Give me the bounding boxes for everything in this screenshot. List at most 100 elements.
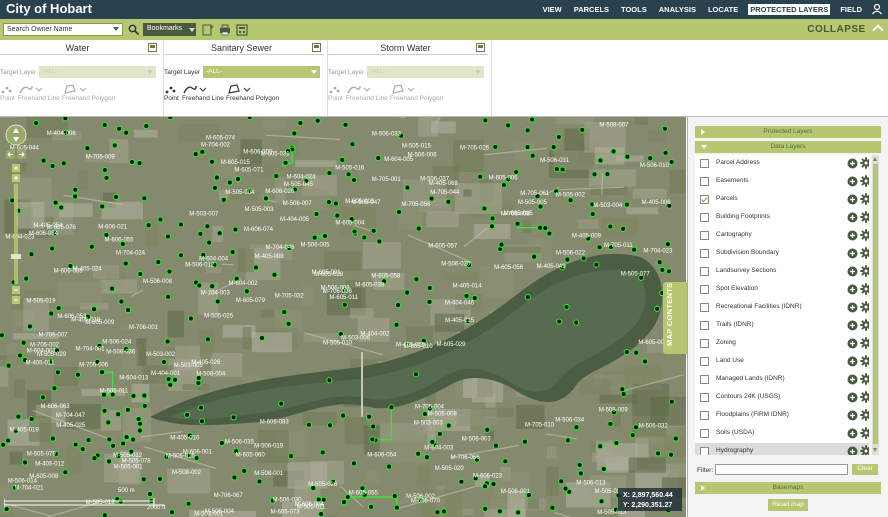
manhole-marker[interactable] [128,158,136,166]
manhole-marker[interactable] [413,276,420,283]
nav-locate[interactable]: LOCATE [706,4,740,15]
layer-checkbox[interactable] [700,411,709,420]
manhole-marker[interactable] [530,253,538,260]
protected-layers-header[interactable]: Protected Layers [695,126,881,138]
manhole-marker[interactable] [613,439,620,447]
manhole-marker[interactable] [62,469,69,476]
map-navigation-control[interactable] [3,124,29,314]
manhole-marker[interactable] [668,158,675,166]
manhole-marker[interactable] [564,437,572,444]
nav-view[interactable]: VIEW [541,4,564,15]
manhole-marker[interactable] [199,148,206,156]
layer-checkbox[interactable] [700,375,709,384]
layer-list-scrollbar[interactable] [872,155,879,455]
layer-settings-gear-icon[interactable] [860,229,869,241]
manhole-marker[interactable] [513,168,520,176]
manhole-marker[interactable] [393,321,400,328]
print-icon[interactable] [219,24,231,36]
manhole-marker[interactable] [521,438,529,445]
layer-row-easements[interactable]: Easements [695,173,869,192]
manhole-marker[interactable] [423,454,431,461]
manhole-marker[interactable] [220,196,227,204]
manhole-marker[interactable] [326,169,333,177]
manhole-marker[interactable] [395,208,403,216]
manhole-marker[interactable] [558,478,565,485]
layer-settings-gear-icon[interactable] [860,283,869,295]
manhole-marker[interactable] [85,436,92,444]
layer-settings-gear-icon[interactable] [860,265,869,277]
manhole-marker[interactable] [143,122,150,130]
manhole-marker[interactable] [365,413,373,420]
manhole-marker[interactable] [317,510,325,517]
manhole-marker[interactable] [641,358,649,365]
manhole-marker[interactable] [482,505,489,513]
manhole-marker[interactable] [610,148,617,155]
manhole-marker[interactable] [629,431,636,439]
manhole-marker[interactable] [177,221,185,228]
manhole-marker[interactable] [524,127,531,134]
layer-checkbox[interactable] [700,159,709,168]
layer-row-landsurvey-sections[interactable]: Landsurvey Sections [695,263,869,282]
manhole-marker[interactable] [55,304,62,312]
manhole-marker[interactable] [477,173,484,180]
manhole-marker[interactable] [157,216,164,223]
layer-row-recreational-facilities-idnr[interactable]: Recreational Facilities (IDNR) [695,299,869,318]
manhole-marker[interactable] [124,306,132,314]
manhole-marker[interactable] [123,129,130,136]
manhole-marker[interactable] [429,438,436,446]
manhole-marker[interactable] [167,117,174,121]
add-layer-icon[interactable] [847,356,858,367]
manhole-marker[interactable] [49,435,56,442]
manhole-marker[interactable] [232,226,239,233]
manhole-marker[interactable] [350,176,358,184]
layer-row-spot-elevation[interactable]: Spot Elevation [695,281,869,300]
manhole-marker[interactable] [118,298,125,305]
nav-field[interactable]: FIELD [838,4,864,15]
layer-settings-gear-icon[interactable] [860,301,869,313]
manhole-marker[interactable] [502,458,509,465]
manhole-marker[interactable] [39,394,47,401]
manhole-marker[interactable] [656,259,663,266]
manhole-marker[interactable] [553,165,560,173]
manhole-marker[interactable] [16,352,24,359]
manhole-marker[interactable] [246,117,253,121]
layer-settings-gear-icon[interactable] [860,247,869,259]
manhole-marker[interactable] [391,492,398,500]
manhole-marker[interactable] [562,485,569,492]
manhole-marker[interactable] [412,371,420,378]
manhole-marker[interactable] [440,508,448,515]
manhole-marker[interactable] [313,210,320,218]
manhole-marker[interactable] [564,256,571,263]
add-layer-icon[interactable] [847,284,858,295]
layer-checkbox[interactable] [700,249,709,258]
manhole-marker[interactable] [90,306,98,313]
layer-checkbox[interactable] [700,195,709,204]
manhole-marker[interactable] [72,186,79,193]
manhole-marker[interactable] [119,440,127,447]
scroll-down-icon[interactable] [873,448,877,452]
clear-filter-button[interactable]: Clear [852,464,878,475]
manhole-marker[interactable] [171,376,179,383]
manhole-marker[interactable] [484,426,491,433]
manhole-marker[interactable] [197,404,205,411]
manhole-marker[interactable] [208,158,216,165]
tool-point[interactable]: Point [328,83,343,102]
layer-row-soils-usda[interactable]: Soils (USDA) [695,425,869,444]
layer-settings-gear-icon[interactable] [860,337,869,349]
manhole-marker[interactable] [326,422,334,429]
target-layer-select[interactable]: -ALL- [39,66,156,78]
manhole-marker[interactable] [183,411,191,419]
map-view[interactable]: M-404-046 M-404-006 M-404-005 M-404-001 M-40… [0,117,686,517]
manhole-marker[interactable] [145,222,152,229]
manhole-marker[interactable] [5,362,12,369]
manhole-marker[interactable] [252,264,260,271]
manhole-marker[interactable] [281,308,288,316]
manhole-marker[interactable] [321,232,329,240]
add-layer-icon[interactable] [847,266,858,277]
manhole-marker[interactable] [141,392,148,399]
manhole-marker[interactable] [436,430,444,438]
layer-checkbox[interactable] [700,393,709,402]
manhole-marker[interactable] [234,175,242,183]
layer-settings-gear-icon[interactable] [860,355,869,367]
manhole-marker[interactable] [597,443,604,450]
